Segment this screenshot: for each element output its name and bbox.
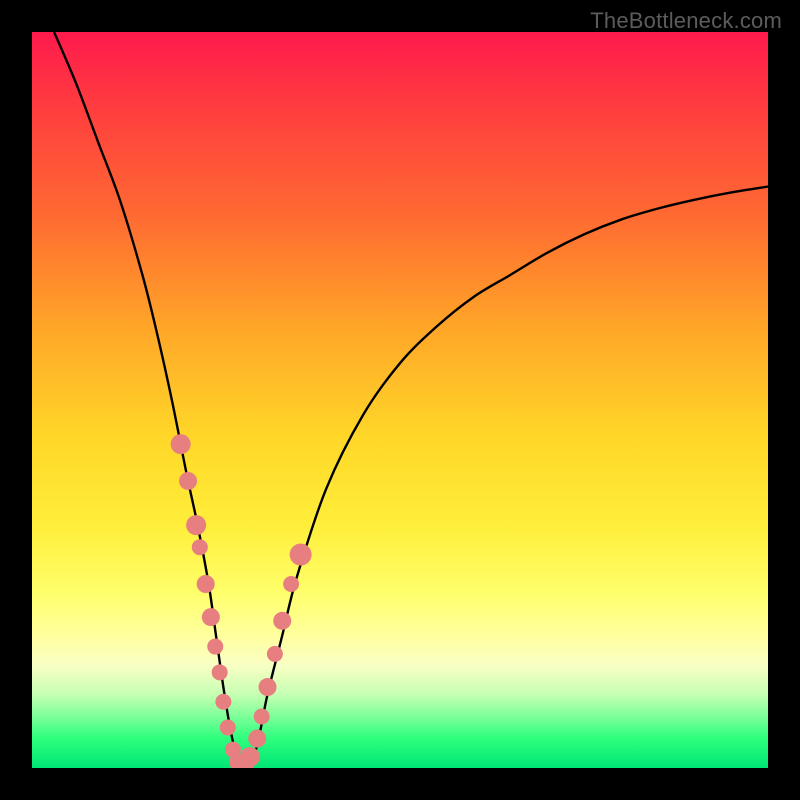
highlight-dot bbox=[215, 694, 231, 710]
highlight-dot bbox=[273, 612, 291, 630]
highlight-dot bbox=[186, 515, 206, 535]
highlight-dot bbox=[179, 472, 197, 490]
highlight-dot bbox=[212, 664, 228, 680]
highlight-dot bbox=[248, 730, 266, 748]
highlight-dot bbox=[283, 576, 299, 592]
bottleneck-curve bbox=[54, 32, 768, 768]
highlight-dot bbox=[207, 639, 223, 655]
highlight-dot bbox=[240, 747, 260, 767]
chart-overlay-svg bbox=[32, 32, 768, 768]
highlight-dot bbox=[290, 544, 312, 566]
watermark-text: TheBottleneck.com bbox=[590, 8, 782, 34]
highlight-dot bbox=[254, 708, 270, 724]
highlight-dot bbox=[202, 608, 220, 626]
highlight-dot bbox=[267, 646, 283, 662]
chart-frame: TheBottleneck.com bbox=[0, 0, 800, 800]
highlight-dot bbox=[220, 720, 236, 736]
highlight-dot bbox=[259, 678, 277, 696]
highlight-dot bbox=[192, 539, 208, 555]
highlight-dot bbox=[171, 434, 191, 454]
highlight-dot bbox=[197, 575, 215, 593]
chart-plot-area bbox=[32, 32, 768, 768]
